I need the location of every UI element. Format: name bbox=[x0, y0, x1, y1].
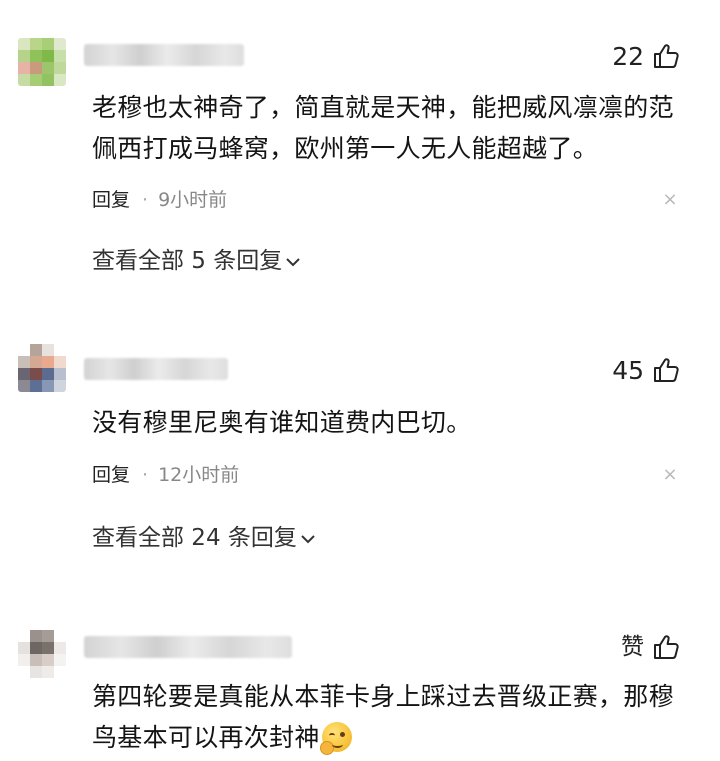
comment-text-line-content: 鸟基本可以再次封神 bbox=[92, 723, 320, 752]
thumbs-up-icon[interactable] bbox=[652, 633, 680, 661]
comment-text-line: 鸟基本可以再次封神 bbox=[92, 717, 692, 758]
like-count: 22 bbox=[612, 42, 644, 71]
username-blurred[interactable] bbox=[84, 358, 228, 380]
comment-text: 第四轮要是真能从本菲卡身上踩过去晋级正赛，那穆 鸟基本可以再次封神 bbox=[92, 676, 692, 758]
smirk-emoji-icon bbox=[319, 722, 352, 755]
reply-button[interactable]: 回复 bbox=[92, 464, 130, 486]
separator-dot: · bbox=[142, 189, 149, 211]
reply-button[interactable]: 回复 bbox=[92, 189, 130, 211]
username-blurred[interactable] bbox=[84, 44, 244, 66]
thumbs-up-icon[interactable] bbox=[652, 356, 680, 384]
timestamp: 9小时前 bbox=[158, 189, 228, 211]
chevron-down-icon bbox=[301, 534, 315, 543]
like-count: 赞 bbox=[621, 634, 644, 660]
close-icon[interactable]: × bbox=[662, 191, 678, 209]
view-all-replies[interactable]: 查看全部 5 条回复 bbox=[92, 246, 302, 276]
timestamp: 12小时前 bbox=[158, 464, 240, 486]
username-blurred[interactable] bbox=[84, 636, 292, 658]
chevron-down-icon bbox=[286, 257, 300, 266]
comment-text-line: 佩西打成马蜂窝，欧州第一人无人能超越了。 bbox=[92, 134, 599, 163]
comment-text-line: 第四轮要是真能从本菲卡身上踩过去晋级正赛，那穆 bbox=[92, 682, 674, 711]
comment-text: 老穆也太神奇了，简直就是天神，能把威风凛凛的范 佩西打成马蜂窝，欧州第一人无人能… bbox=[92, 87, 692, 169]
separator-dot: · bbox=[142, 464, 149, 486]
like-count: 45 bbox=[612, 356, 644, 385]
avatar[interactable] bbox=[18, 344, 66, 392]
reply-row: 回复 · 9小时前 bbox=[92, 188, 227, 212]
view-all-replies[interactable]: 查看全部 24 条回复 bbox=[92, 523, 317, 553]
thumbs-up-icon[interactable] bbox=[652, 42, 680, 70]
close-icon[interactable]: × bbox=[662, 466, 678, 484]
avatar[interactable] bbox=[18, 38, 66, 86]
comment-text-line: 老穆也太神奇了，简直就是天神，能把威风凛凛的范 bbox=[92, 93, 674, 122]
view-all-replies-label: 查看全部 24 条回复 bbox=[92, 525, 297, 551]
comment-text: 没有穆里尼奥有谁知道费内巴切。 bbox=[92, 402, 692, 443]
reply-row: 回复 · 12小时前 bbox=[92, 463, 239, 487]
view-all-replies-label: 查看全部 5 条回复 bbox=[92, 248, 283, 274]
comment-text-line: 没有穆里尼奥有谁知道费内巴切。 bbox=[92, 408, 472, 437]
avatar[interactable] bbox=[18, 630, 66, 678]
